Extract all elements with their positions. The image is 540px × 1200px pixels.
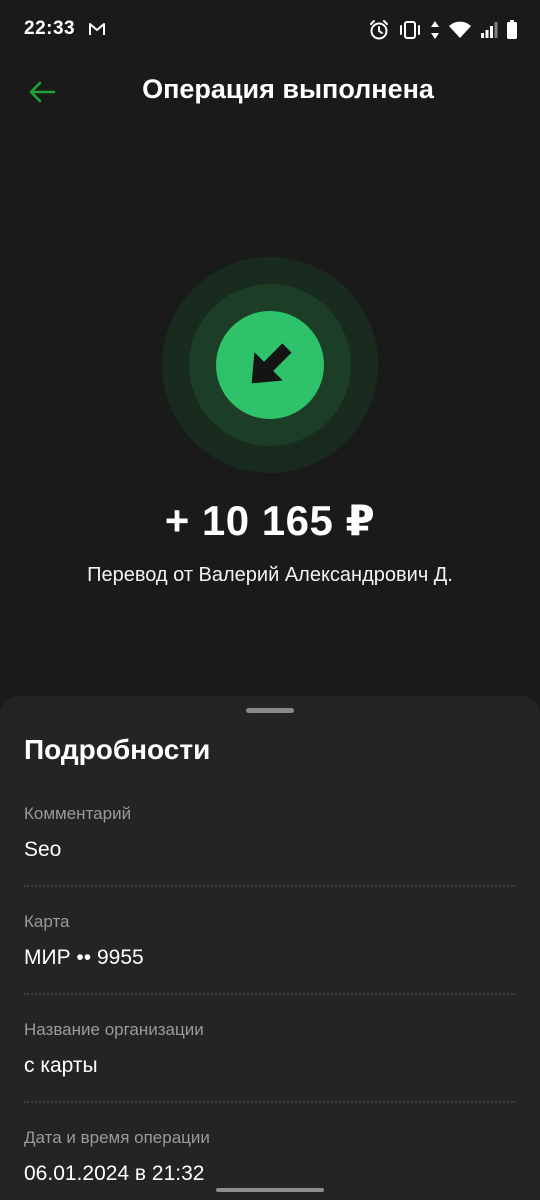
- detail-label: Дата и время операции: [24, 1128, 210, 1147]
- top-bar: Операция выполнена: [0, 60, 540, 124]
- status-bar: 22:33: [0, 0, 540, 60]
- details-sheet[interactable]: Подробности Комментарий Seo Карта МИР ••…: [0, 696, 540, 1200]
- detail-label: Название организации: [24, 1020, 204, 1039]
- alarm-icon: [370, 20, 388, 40]
- detail-label: Карта: [24, 912, 70, 931]
- wifi-icon: [449, 21, 471, 38]
- mail-notification-icon: [89, 23, 105, 35]
- operation-amount: + 10 165 ₽: [164, 497, 376, 544]
- status-icons: [368, 18, 518, 42]
- detail-comment: Комментарий Seo: [24, 804, 516, 862]
- sheet-drag-handle[interactable]: [246, 708, 294, 713]
- data-transfer-icon: [431, 21, 439, 39]
- detail-value: МИР •• 9955: [24, 946, 144, 969]
- detail-value: Seo: [24, 838, 62, 861]
- battery-icon: [507, 20, 517, 39]
- incoming-arrow-icon: [162, 257, 378, 473]
- divider: [24, 1101, 516, 1103]
- divider: [24, 885, 516, 887]
- detail-card: Карта МИР •• 9955: [24, 912, 516, 970]
- detail-organization: Название организации с карты: [24, 1020, 516, 1078]
- vibrate-icon: [400, 21, 420, 39]
- detail-value: 06.01.2024 в 21:32: [24, 1162, 205, 1185]
- operation-description: Перевод от Валерий Александрович Д.: [87, 564, 453, 586]
- divider: [24, 993, 516, 995]
- gesture-nav-bar[interactable]: [216, 1188, 324, 1192]
- status-time: 22:33: [24, 18, 76, 39]
- page-title: Операция выполнена: [142, 74, 434, 104]
- operation-status-icon: [162, 257, 378, 473]
- details-title: Подробности: [24, 734, 211, 765]
- detail-datetime: Дата и время операции 06.01.2024 в 21:32: [24, 1128, 516, 1186]
- detail-label: Комментарий: [24, 804, 132, 823]
- signal-icon: [481, 22, 498, 38]
- detail-value: с карты: [24, 1054, 98, 1077]
